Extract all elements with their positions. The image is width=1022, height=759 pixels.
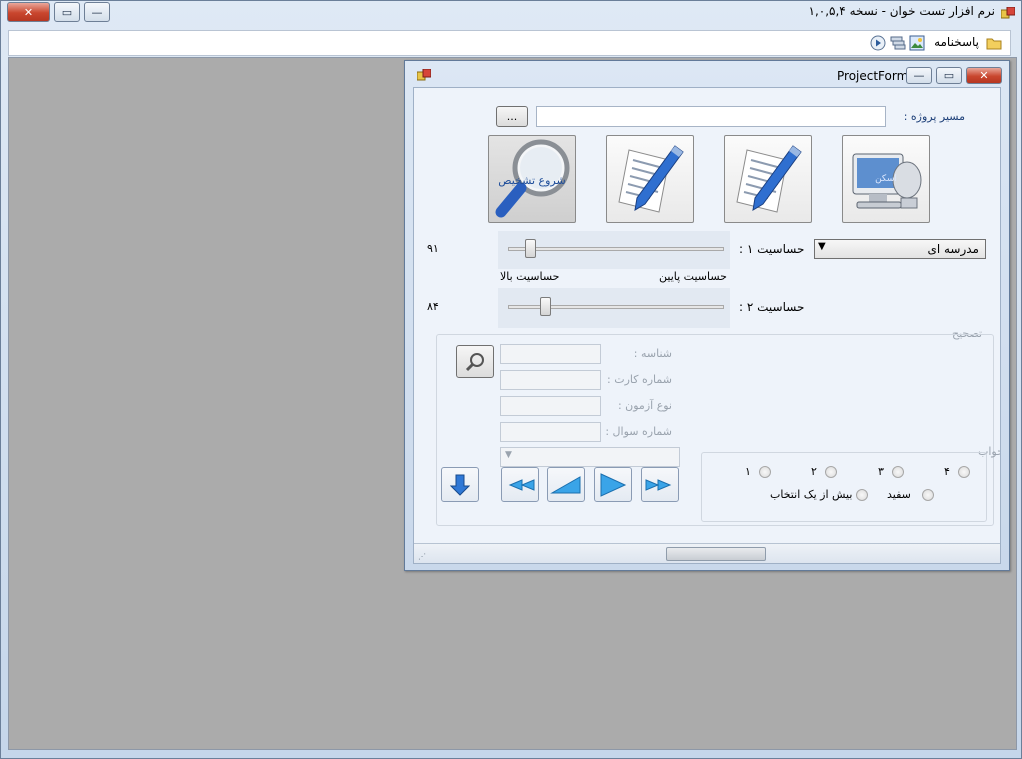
sensitivity1-label: حساسیت ۱ : — [739, 242, 805, 256]
form-title: ProjectForm — [837, 69, 909, 83]
edit-document-icon — [618, 145, 684, 213]
image-icon[interactable] — [909, 35, 925, 51]
scan-button-caption: اسکن — [875, 174, 897, 184]
resize-grip-icon[interactable]: ⋰ — [418, 552, 426, 561]
play-icon[interactable] — [870, 35, 886, 51]
next-button[interactable] — [594, 467, 632, 502]
answer-radio-multiple[interactable] — [856, 489, 868, 501]
status-bar: ⋰ — [414, 543, 1000, 563]
browse-button[interactable]: ... — [496, 106, 528, 127]
exam-type-field[interactable] — [500, 396, 601, 416]
question-number-label: شماره سوال : — [605, 425, 672, 438]
school-combo-value: مدرسه ای — [927, 242, 979, 256]
sensitivity2-slider[interactable] — [498, 288, 730, 328]
search-icon — [465, 352, 484, 371]
menu-answer-sheet[interactable]: پاسخنامه — [934, 35, 979, 49]
question-number-field[interactable] — [500, 422, 601, 442]
id-field[interactable] — [500, 344, 601, 364]
start-detection-caption: شروع تشخیص — [498, 174, 566, 187]
sensitivity1-thumb[interactable] — [525, 239, 536, 258]
scan-button[interactable]: اسکن — [842, 135, 930, 223]
path-field[interactable] — [536, 106, 886, 127]
sensitivity1-value: ۹۱ — [427, 242, 439, 255]
double-arrow-left-icon — [508, 478, 535, 491]
close-button[interactable]: ✕ — [7, 2, 50, 22]
first-button[interactable] — [501, 467, 539, 502]
chevron-down-icon: ▼ — [505, 450, 512, 460]
double-arrow-right-icon — [645, 478, 672, 491]
chevron-down-icon: ▼ — [818, 241, 826, 252]
answer-radio-blank[interactable] — [922, 489, 934, 501]
arrow-left-icon — [550, 475, 581, 493]
answer-option-1: ۱ — [745, 465, 751, 478]
minimize-button[interactable]: — — [84, 2, 110, 22]
arrow-down-icon — [450, 474, 470, 496]
answer-multiple-label: بیش از یک انتخاب — [770, 488, 853, 501]
card-number-label: شماره کارت : — [607, 373, 672, 386]
answer-group — [701, 452, 987, 522]
form-close-button[interactable]: ✕ — [966, 67, 1002, 84]
window-title: نرم افزار تست خوان - نسخه ۱,۰,۵,۴ — [808, 4, 995, 18]
edit-button-2[interactable] — [606, 135, 694, 223]
previous-button[interactable] — [547, 467, 585, 502]
answer-option-3: ۳ — [878, 465, 884, 478]
exam-type-label: نوع آزمون : — [617, 399, 672, 412]
layers-icon[interactable] — [890, 35, 906, 51]
start-detection-button[interactable]: شروع تشخیص — [488, 135, 576, 223]
answer-radio-4[interactable] — [958, 466, 970, 478]
id-label: شناسه : — [633, 347, 672, 360]
sensitivity-high-label: حساسیت بالا — [500, 270, 560, 283]
app-icon — [1000, 6, 1016, 19]
edit-document-icon — [736, 145, 802, 213]
card-number-field[interactable] — [500, 370, 601, 390]
folder-icon[interactable] — [986, 36, 1002, 50]
menu-bar: پاسخنامه — [8, 30, 1011, 56]
edit-button-1[interactable] — [724, 135, 812, 223]
search-button[interactable] — [456, 345, 494, 378]
path-label: مسیر پروژه : — [903, 110, 965, 123]
sensitivity2-value: ۸۴ — [427, 300, 439, 313]
last-button[interactable] — [641, 467, 679, 502]
answer-radio-3[interactable] — [892, 466, 904, 478]
answer-option-4: ۴ — [944, 465, 950, 478]
sensitivity1-slider[interactable] — [498, 231, 730, 269]
answer-radio-2[interactable] — [825, 466, 837, 478]
sensitivity2-label: حساسیت ۲ : — [739, 300, 805, 314]
save-down-button[interactable] — [441, 467, 479, 502]
answer-option-2: ۲ — [811, 465, 817, 478]
project-form: ProjectForm — ▭ ✕ مسیر پروژه : ... اسکن — [404, 60, 1010, 571]
sensitivity-low-label: حساسیت پایین — [659, 270, 727, 283]
answer-blank-label: سفید — [887, 488, 911, 501]
progress-bar — [666, 547, 766, 561]
arrow-right-icon — [600, 472, 627, 497]
form-icon — [416, 68, 432, 81]
sensitivity2-thumb[interactable] — [540, 297, 551, 316]
answer-radio-1[interactable] — [759, 466, 771, 478]
form-minimize-button[interactable]: — — [906, 67, 932, 84]
answer-combo[interactable]: ▼ — [500, 447, 680, 467]
form-restore-button[interactable]: ▭ — [936, 67, 962, 84]
form-client: مسیر پروژه : ... اسکن شروع تشخیص مدرسه ا… — [413, 87, 1001, 564]
school-combo[interactable]: مدرسه ای ▼ — [814, 239, 986, 259]
restore-button[interactable]: ▭ — [54, 2, 80, 22]
